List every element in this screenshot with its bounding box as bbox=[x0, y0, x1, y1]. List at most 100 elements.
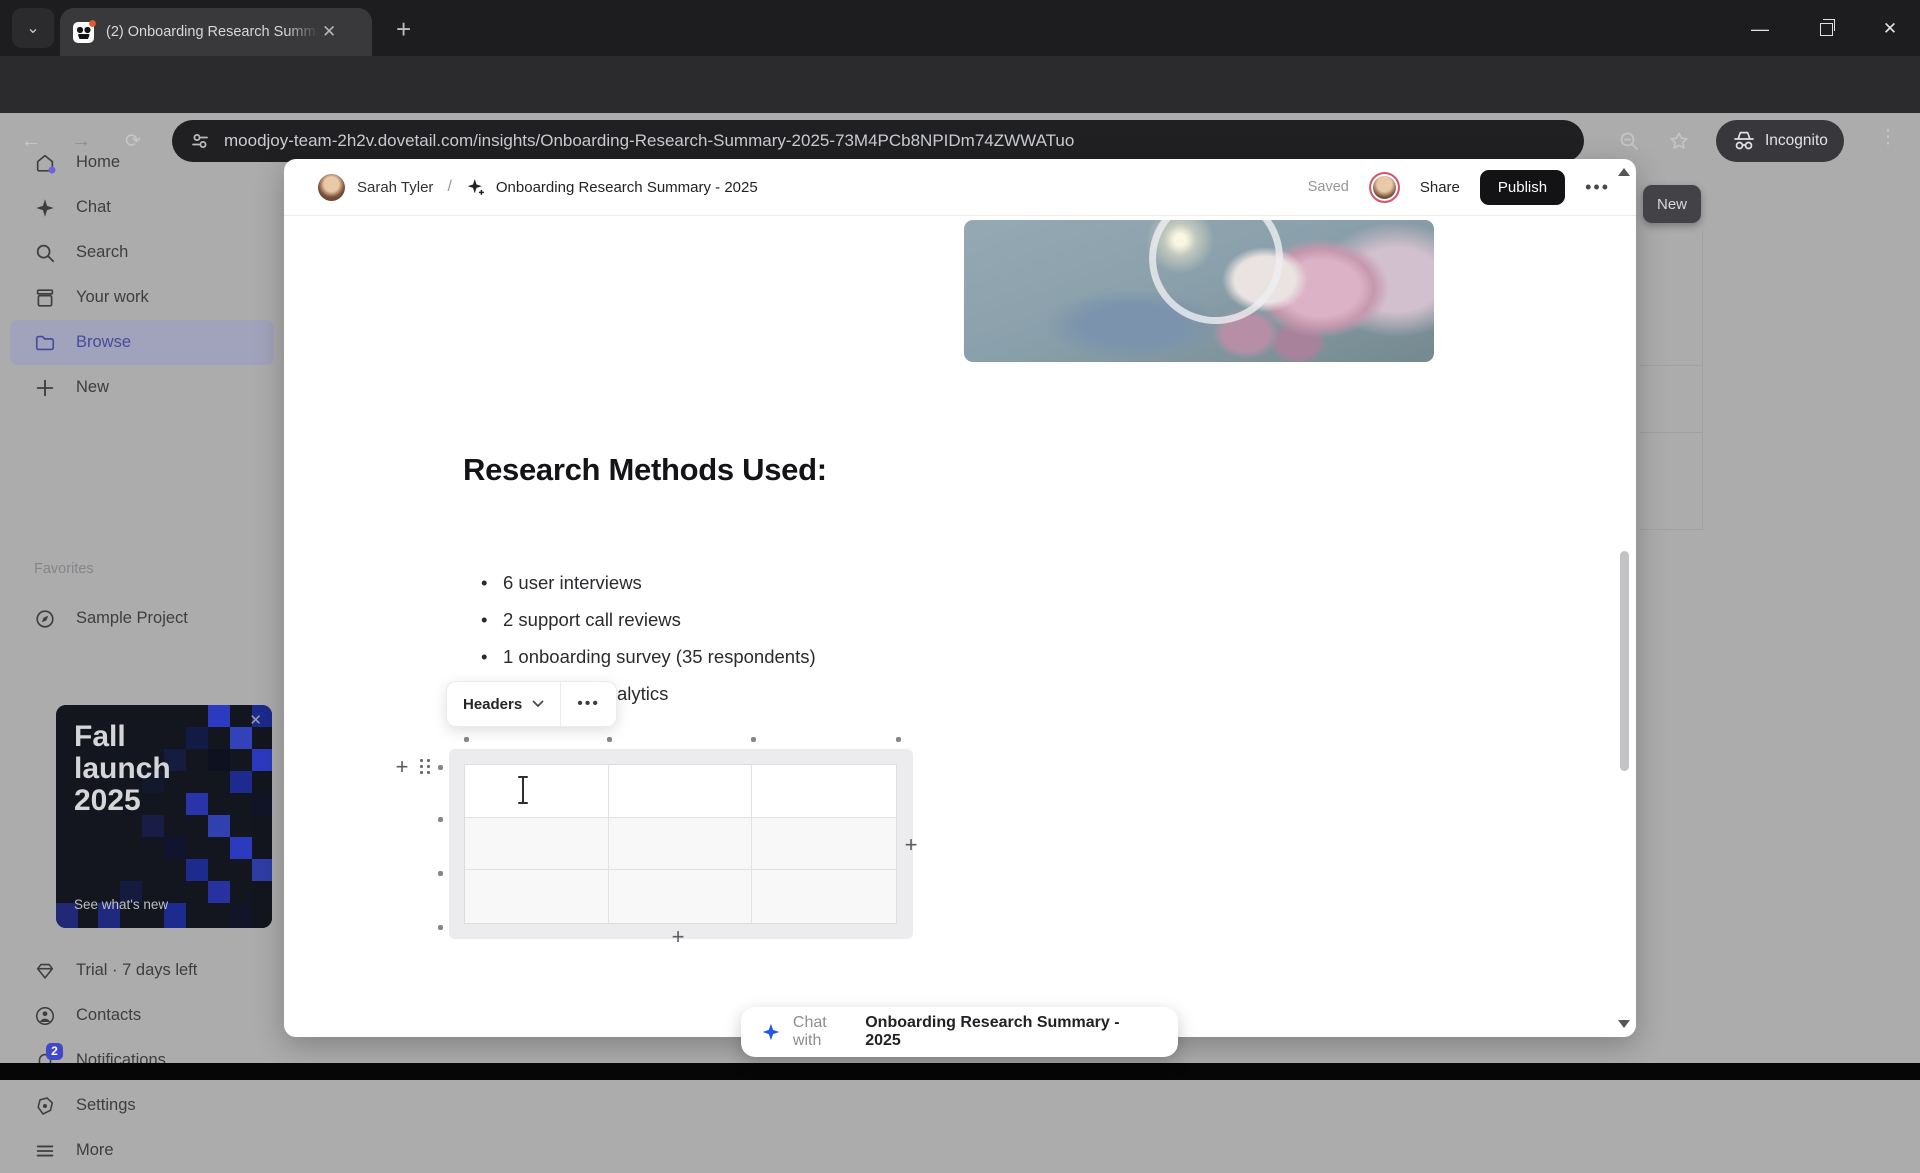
block-format-toolbar: Headers ••• bbox=[446, 681, 617, 727]
favorites-heading: Favorites bbox=[34, 561, 94, 577]
settings-label: Settings bbox=[76, 1096, 136, 1115]
new-tab-button[interactable]: + bbox=[396, 14, 411, 45]
table-cell[interactable] bbox=[609, 765, 753, 818]
table-handle-dot bbox=[438, 871, 443, 876]
table-cell[interactable] bbox=[465, 765, 609, 818]
sidebar-item-sample-project[interactable]: Sample Project bbox=[0, 596, 284, 641]
favorite-item-label: Sample Project bbox=[76, 609, 188, 628]
scroll-down-arrow[interactable] bbox=[1618, 1020, 1630, 1028]
sidebar-item-settings[interactable]: Settings bbox=[0, 1083, 284, 1128]
sidebar-item-contacts[interactable]: Contacts bbox=[0, 993, 284, 1038]
sidebar-item-label: Chat bbox=[76, 198, 111, 217]
hero-image-ring-detail bbox=[1135, 220, 1297, 338]
dimmed-background-panel bbox=[1640, 230, 1703, 530]
notification-count-badge: 2 bbox=[46, 1043, 63, 1060]
more-options-icon[interactable]: ••• bbox=[1585, 177, 1610, 198]
sidebar-item-trial[interactable]: Trial · 7 days left bbox=[0, 948, 284, 993]
window-restore-button[interactable] bbox=[1812, 16, 1840, 42]
sidebar-item-label: New bbox=[76, 378, 109, 397]
chat-sparkle-icon bbox=[761, 1022, 781, 1042]
window-minimize-button[interactable]: — bbox=[1746, 16, 1774, 42]
table-cell[interactable] bbox=[752, 765, 896, 818]
home-icon bbox=[34, 152, 56, 174]
publish-button[interactable]: Publish bbox=[1480, 170, 1565, 205]
promo-title: Fall launch 2025 bbox=[74, 721, 204, 817]
close-icon[interactable]: ✕ bbox=[249, 711, 262, 729]
table-handle-dot bbox=[607, 737, 612, 742]
browser-toolbar: ← → ⟳ moodjoy-team-2h2v.dovetail.com/ins… bbox=[0, 56, 1920, 113]
contacts-label: Contacts bbox=[76, 1006, 141, 1025]
breadcrumb-separator: / bbox=[447, 178, 451, 196]
add-row-button[interactable]: + bbox=[668, 927, 688, 947]
work-tray-icon bbox=[34, 287, 56, 309]
table-cell[interactable] bbox=[609, 870, 753, 923]
sidebar-item-home[interactable]: Home bbox=[0, 140, 284, 185]
insight-document-panel: Sarah Tyler / Onboarding Research Summar… bbox=[284, 159, 1636, 1037]
url-text: moodjoy-team-2h2v.dovetail.com/insights/… bbox=[224, 131, 1074, 151]
tab-title: (2) Onboarding Research Summary - 2025 bbox=[106, 24, 318, 40]
browser-tab[interactable]: (2) Onboarding Research Summary - 2025 ✕ bbox=[60, 8, 372, 56]
chat-with-doc-bar[interactable]: Chat with Onboarding Research Summary - … bbox=[741, 1007, 1178, 1057]
promo-cta-link[interactable]: See what's new bbox=[74, 897, 168, 912]
page-zoom-icon[interactable] bbox=[1614, 126, 1644, 156]
table-cell[interactable] bbox=[752, 870, 896, 923]
table-handle-dot bbox=[464, 737, 469, 742]
tab-search-button[interactable]: ⌄ bbox=[12, 8, 54, 48]
list-item[interactable]: 1 onboarding survey (35 respondents) bbox=[479, 645, 816, 669]
window-close-button[interactable]: ✕ bbox=[1876, 16, 1904, 42]
new-feature-badge: New bbox=[1643, 185, 1701, 223]
address-bar[interactable]: moodjoy-team-2h2v.dovetail.com/insights/… bbox=[172, 120, 1584, 162]
table-handle-dot bbox=[438, 765, 443, 770]
list-item[interactable]: 6 user interviews bbox=[479, 571, 816, 595]
sparkle-icon bbox=[34, 197, 56, 219]
sidebar-item-label: Your work bbox=[76, 288, 149, 307]
collaborator-avatar[interactable] bbox=[1369, 172, 1400, 203]
chevron-down-icon: ⌄ bbox=[26, 18, 39, 38]
chevron-down-icon bbox=[532, 700, 544, 708]
sidebar-item-label: Search bbox=[76, 243, 128, 262]
bookmark-star-icon[interactable] bbox=[1664, 126, 1694, 156]
table-handle-dot bbox=[438, 925, 443, 930]
sidebar-item-your-work[interactable]: Your work bbox=[0, 275, 284, 320]
table-handle-dot bbox=[751, 737, 756, 742]
more-label: More bbox=[76, 1141, 114, 1160]
scrollbar-thumb[interactable] bbox=[1620, 551, 1629, 771]
sidebar-item-search[interactable]: Search bbox=[0, 230, 284, 275]
share-button[interactable]: Share bbox=[1420, 179, 1460, 196]
table-cell[interactable] bbox=[752, 818, 896, 871]
compass-icon bbox=[34, 608, 56, 630]
drag-handle-icon[interactable] bbox=[420, 759, 431, 776]
tab-close-icon[interactable]: ✕ bbox=[322, 22, 336, 42]
headers-dropdown[interactable]: Headers bbox=[447, 682, 560, 726]
table-cell[interactable] bbox=[465, 818, 609, 871]
app-sidebar: Home Chat Search Your work bbox=[0, 113, 284, 1063]
incognito-label: Incognito bbox=[1765, 132, 1828, 150]
sparkles-icon bbox=[466, 177, 486, 197]
chat-prefix: Chat with bbox=[793, 1014, 859, 1050]
table-cell[interactable] bbox=[465, 870, 609, 923]
plus-icon bbox=[34, 377, 56, 399]
promo-card-fall-launch[interactable]: Fall launch 2025 See what's new ✕ bbox=[56, 705, 272, 928]
toolbar-more-icon[interactable]: ••• bbox=[561, 695, 616, 713]
author-avatar[interactable] bbox=[318, 174, 345, 201]
sidebar-item-browse[interactable]: Browse bbox=[10, 320, 274, 365]
sidebar-item-new[interactable]: New bbox=[0, 365, 284, 410]
incognito-icon bbox=[1732, 130, 1756, 152]
breadcrumb-author[interactable]: Sarah Tyler bbox=[357, 179, 433, 196]
table-cell[interactable] bbox=[609, 818, 753, 871]
add-column-button[interactable]: + bbox=[901, 835, 921, 855]
document-header: Sarah Tyler / Onboarding Research Summar… bbox=[284, 159, 1636, 216]
breadcrumb-doc-title[interactable]: Onboarding Research Summary - 2025 bbox=[496, 179, 758, 196]
browser-menu-icon[interactable]: ⋮ bbox=[1878, 126, 1898, 149]
section-heading[interactable]: Research Methods Used: bbox=[463, 452, 827, 488]
hero-image-flowers[interactable] bbox=[964, 220, 1434, 362]
dovetail-favicon-icon bbox=[72, 20, 96, 44]
hamburger-icon bbox=[34, 1140, 56, 1162]
list-item[interactable]: 2 support call reviews bbox=[479, 608, 816, 632]
sidebar-item-more[interactable]: More bbox=[0, 1128, 284, 1173]
add-block-button[interactable]: + bbox=[392, 757, 412, 777]
sidebar-item-chat[interactable]: Chat bbox=[0, 185, 284, 230]
bottom-letterbox-bar bbox=[0, 1063, 1920, 1080]
scroll-up-arrow[interactable] bbox=[1618, 168, 1630, 176]
incognito-badge: Incognito bbox=[1716, 120, 1844, 162]
